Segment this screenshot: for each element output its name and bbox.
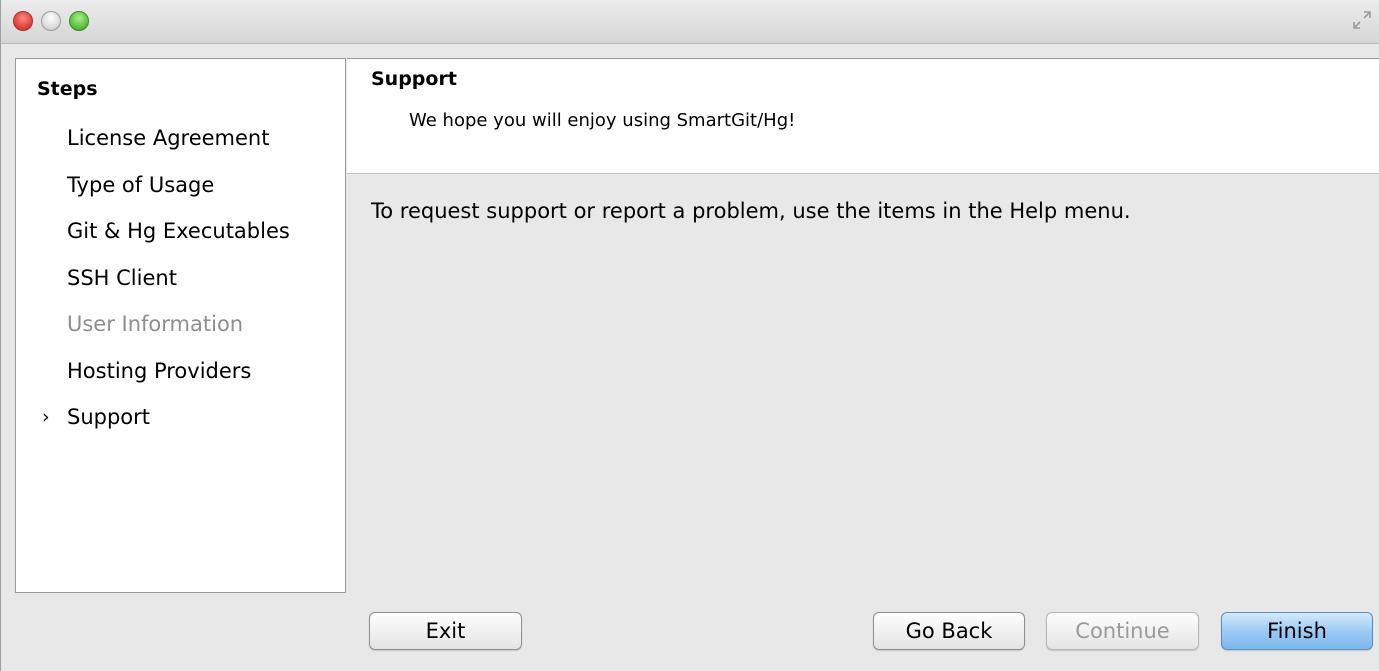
step-git-hg-executables: Git & Hg Executables [67,219,290,243]
continue-button[interactable]: Continue [1046,612,1199,650]
step-type-of-usage: Type of Usage [67,173,215,197]
page-header: Support We hope you will enjoy using Sma… [347,58,1379,174]
page-title: Support [371,68,457,90]
step-support: Support [67,405,151,429]
setup-wizard-window: Steps License Agreement Type of Usage Gi… [0,0,1379,671]
steps-sidebar: Steps License Agreement Type of Usage Gi… [15,58,346,593]
current-step-marker: › [42,406,50,428]
exit-button[interactable]: Exit [369,612,522,650]
step-hosting-providers: Hosting Providers [67,359,252,383]
step-license-agreement: License Agreement [67,126,270,150]
page-subtitle: We hope you will enjoy using SmartGit/Hg… [409,110,796,131]
zoom-icon[interactable] [69,11,89,31]
support-info-text: To request support or report a problem, … [371,199,1131,223]
content-area: To request support or report a problem, … [347,175,1379,593]
sidebar-title: Steps [37,78,98,100]
finish-button[interactable]: Finish [1221,612,1373,650]
close-icon[interactable] [13,11,33,31]
fullscreen-icon[interactable] [1352,10,1372,30]
step-user-information: User Information [67,312,244,336]
title-bar [1,0,1379,44]
minimize-icon[interactable] [41,11,61,31]
step-ssh-client: SSH Client [67,266,177,290]
go-back-button[interactable]: Go Back [873,612,1025,650]
